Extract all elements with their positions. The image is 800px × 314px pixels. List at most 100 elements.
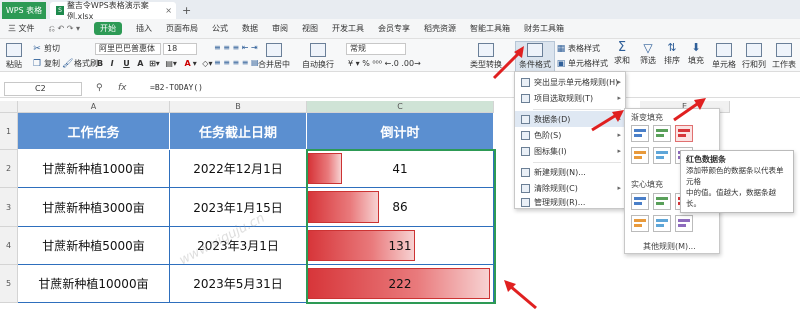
column-header-a[interactable]: A [18, 101, 170, 113]
menu-page-layout[interactable]: 页面布局 [166, 23, 198, 34]
task-cell[interactable]: 甘蔗新种植10000亩 [18, 265, 170, 303]
menu-formula[interactable]: 公式 [212, 23, 228, 34]
format-painter-button[interactable]: 🖌 格式刷 [62, 58, 98, 69]
menu-docer[interactable]: 稻壳资源 [424, 23, 456, 34]
type-convert-button[interactable]: 类型转换 [470, 43, 502, 70]
name-box[interactable]: C2 [4, 82, 82, 96]
menu-member[interactable]: 会员专享 [378, 23, 410, 34]
menu-finance-toolbox[interactable]: 财务工具箱 [524, 23, 564, 34]
row-header-1[interactable]: 1 [0, 113, 18, 150]
gradient-bar-green[interactable] [653, 125, 671, 142]
table-style-label: 表格样式 [568, 44, 600, 53]
cut-button[interactable]: ✂ 剪切 [32, 43, 60, 54]
menu-new-rule[interactable]: 新建规则(N)... [515, 164, 625, 180]
countdown-cell[interactable]: 222 [307, 265, 494, 303]
date-cell[interactable]: 2022年12月1日 [170, 150, 307, 188]
gradient-bar-red[interactable] [675, 125, 693, 142]
solid-bar-purple[interactable] [675, 215, 693, 232]
gradient-bar-lightblue[interactable] [653, 147, 671, 164]
ribbon-toolbar: 粘贴 ✂ 剪切 ❐ 复制 🖌 格式刷 阿里巴巴普惠体 18 B I U A ⊞▾ ▤▾… [0, 39, 800, 72]
cell-style-button[interactable]: ▣ 单元格样式 [556, 58, 608, 69]
copy-icon: ❐ [32, 58, 42, 69]
wps-app-tab[interactable]: WPS 表格 [2, 2, 46, 19]
task-cell[interactable]: 甘蔗新种植5000亩 [18, 227, 170, 265]
copy-button[interactable]: ❐ 复制 [32, 58, 60, 69]
auto-wrap-button[interactable]: 自动换行 [302, 43, 334, 70]
menu-developer[interactable]: 开发工具 [332, 23, 364, 34]
menu-insert[interactable]: 插入 [136, 23, 152, 34]
date-cell[interactable]: 2023年3月1日 [170, 227, 307, 265]
cell-style-icon: ▣ [556, 58, 566, 69]
menu-top-bottom-rules[interactable]: 项目选取规则(T) ▸ [515, 90, 625, 106]
menu-icon-sets[interactable]: 图标集(I) ▸ [515, 143, 625, 159]
menu-data-bars[interactable]: 数据条(D) ▸ [515, 111, 625, 127]
row-col-button[interactable]: 行和列 [742, 43, 766, 70]
header-countdown[interactable]: 倒计时 [307, 113, 494, 150]
submenu-arrow-icon: ▸ [617, 115, 621, 123]
sum-button[interactable]: Σ 求和 [614, 41, 630, 66]
paste-button[interactable]: 粘贴 [6, 43, 22, 70]
font-style-buttons[interactable]: B I U A ⊞▾ ▤▾ A ▾ ◇▾ [97, 59, 212, 68]
color-scales-icon [521, 130, 530, 140]
tooltip-title: 红色数据条 [686, 155, 726, 164]
gradient-bar-orange[interactable] [631, 147, 649, 164]
menu-undo-redo-icons[interactable]: ⎌ ↶ ↷ ▾ [49, 24, 80, 34]
gradient-bar-blue[interactable] [631, 125, 649, 142]
column-header-c[interactable]: C [307, 101, 494, 113]
fill-button[interactable]: ⬇ 填充 [688, 42, 704, 66]
solid-bar-blue[interactable] [631, 193, 649, 210]
menu-manage-rules[interactable]: 管理规则(R)... [515, 194, 625, 210]
data-bar [308, 191, 379, 223]
align-buttons-top[interactable]: ≡ ≡ ≡ ⇤ ⇥ [214, 43, 258, 52]
font-size-select[interactable]: 18 [163, 43, 197, 55]
column-header-b[interactable]: B [170, 101, 307, 113]
countdown-cell[interactable]: 86 [307, 188, 494, 227]
menu-color-scales[interactable]: 色阶(S) ▸ [515, 127, 625, 143]
menu-start-tab[interactable]: 开始 [94, 22, 122, 35]
conditional-format-button[interactable]: 条件格式 [515, 41, 555, 72]
menu-data[interactable]: 数据 [242, 23, 258, 34]
date-cell[interactable]: 2023年5月31日 [170, 265, 307, 303]
row-header-4[interactable]: 4 [0, 227, 18, 265]
menu-divider [533, 109, 621, 110]
task-cell[interactable]: 甘蔗新种植1000亩 [18, 150, 170, 188]
other-rules-link[interactable]: 其他规则(M)... [643, 241, 696, 252]
menu-label: 数据条(D) [534, 114, 571, 124]
menu-highlight-rules[interactable]: 突出显示单元格规则(H) ▸ [515, 74, 625, 90]
paste-icon [6, 43, 22, 57]
sort-button[interactable]: ⇅ 排序 [664, 42, 680, 66]
zoom-search-icon[interactable]: ⚲ [96, 83, 103, 93]
header-task[interactable]: 工作任务 [18, 113, 170, 150]
solid-bar-green[interactable] [653, 193, 671, 210]
number-format-buttons[interactable]: ¥ ▾ % ⁰⁰⁰ ←.0 .00→ [348, 59, 421, 68]
select-all-corner[interactable] [0, 101, 18, 113]
font-name-select[interactable]: 阿里巴巴普惠体 [95, 43, 161, 55]
date-cell[interactable]: 2023年1月15日 [170, 188, 307, 227]
menu-review[interactable]: 审阅 [272, 23, 288, 34]
row-header-5[interactable]: 5 [0, 265, 18, 303]
menu-file[interactable]: 三 文件 [8, 23, 35, 34]
cell-button[interactable]: 单元格 [712, 43, 736, 70]
menu-view[interactable]: 视图 [302, 23, 318, 34]
close-tab-icon[interactable]: × [165, 6, 172, 15]
menu-smart-toolbox[interactable]: 智能工具箱 [470, 23, 510, 34]
countdown-cell[interactable]: 41 [307, 150, 494, 188]
task-cell[interactable]: 甘蔗新种植3000亩 [18, 188, 170, 227]
row-header-3[interactable]: 3 [0, 188, 18, 227]
new-tab-icon[interactable]: + [182, 2, 191, 19]
header-deadline[interactable]: 任务截止日期 [170, 113, 307, 150]
formula-text[interactable]: =B2-TODAY() [150, 83, 203, 92]
number-format-select[interactable]: 常规 [346, 43, 406, 55]
merge-center-button[interactable]: 合并居中 [258, 43, 290, 70]
filter-button[interactable]: ▽ 筛选 [640, 42, 656, 66]
document-tab[interactable]: S 鳌吉令WPS表格演示案例.xlsx × [50, 1, 176, 21]
fx-icon[interactable]: fx [118, 83, 127, 93]
table-style-button[interactable]: ▦ 表格样式 [556, 43, 600, 54]
solid-bar-lightblue[interactable] [653, 215, 671, 232]
solid-bar-orange[interactable] [631, 215, 649, 232]
submenu-arrow-icon: ▸ [617, 94, 621, 102]
worksheet-button[interactable]: 工作表 [772, 43, 796, 70]
align-buttons-bottom[interactable]: ≡ ≡ ≡ ≡ ▤ [214, 58, 259, 67]
countdown-cell[interactable]: 131 [307, 227, 494, 265]
row-header-2[interactable]: 2 [0, 150, 18, 188]
